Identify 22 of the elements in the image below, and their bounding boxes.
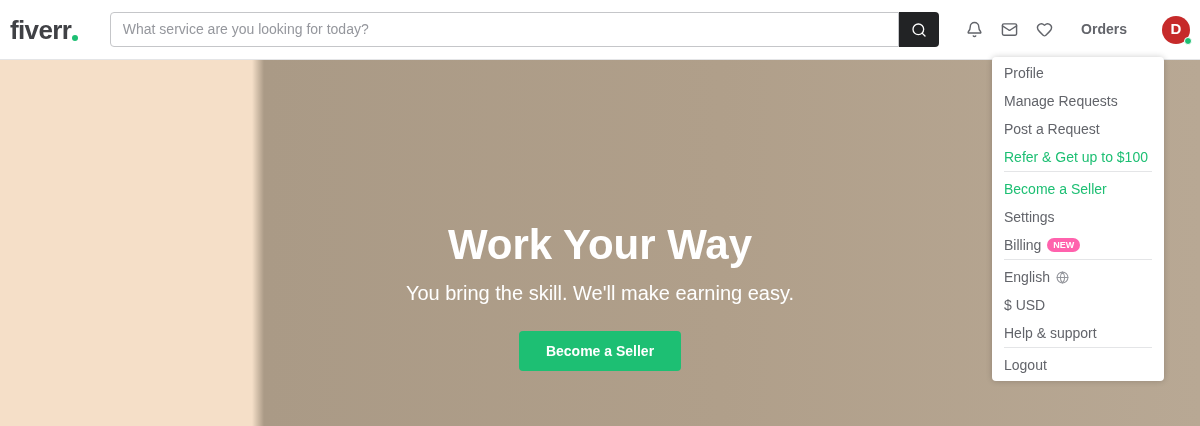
menu-item[interactable]: English [1004, 266, 1050, 288]
logo[interactable]: fiverr [10, 16, 72, 43]
menu-item[interactable]: Help & support [1004, 322, 1097, 344]
hero-title: Work Your Way [447, 224, 753, 266]
menu-item[interactable]: Manage Requests [1004, 90, 1118, 112]
menu-item[interactable]: Billing [1004, 234, 1042, 256]
search-button[interactable] [899, 12, 940, 47]
bell-icon[interactable] [966, 21, 984, 38]
new-badge: NEW [1047, 238, 1081, 252]
user-avatar[interactable]: D [1162, 15, 1190, 44]
menu-item[interactable]: Settings [1004, 206, 1055, 228]
menu-item[interactable]: Logout [1004, 354, 1047, 376]
menu-item[interactable]: Post a Request [1004, 118, 1100, 140]
orders-link[interactable]: Orders [1081, 19, 1127, 40]
hero-subtitle: You bring the skill. We'll make earning easy. [405, 281, 795, 306]
search-icon [911, 21, 928, 38]
search-field[interactable]: What service are you looking for today? [109, 12, 900, 47]
mail-icon[interactable] [1001, 21, 1019, 38]
heart-icon[interactable] [1036, 21, 1054, 38]
menu-item[interactable]: Profile [1004, 62, 1044, 84]
globe-icon [1055, 270, 1069, 284]
menu-item[interactable]: $ USD [1004, 294, 1046, 316]
